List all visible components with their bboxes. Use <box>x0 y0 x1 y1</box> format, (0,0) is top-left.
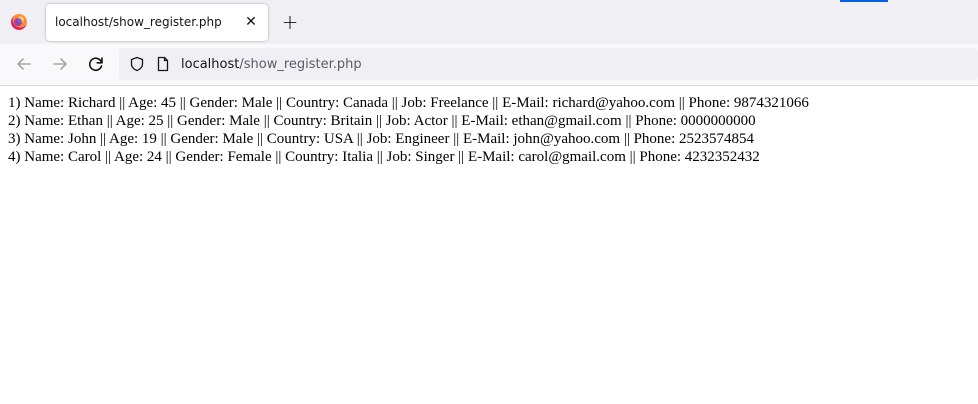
arrow-left-icon[interactable] <box>14 54 34 74</box>
page-icon[interactable] <box>155 56 171 72</box>
url-text[interactable]: localhost/show_register.php <box>181 57 362 72</box>
page-content: 1) Name: Richard || Age: 45 || Gender: M… <box>8 94 968 166</box>
close-icon[interactable]: ✕ <box>242 13 260 31</box>
url-host: localhost <box>181 57 240 72</box>
record-line: 2) Name: Ethan || Age: 25 || Gender: Mal… <box>8 113 756 129</box>
tab-title: localhost/show_register.php <box>55 15 222 29</box>
accent-strip <box>840 0 888 2</box>
url-bar[interactable]: localhost/show_register.php <box>119 48 978 80</box>
shield-icon[interactable] <box>129 56 145 72</box>
navigation-toolbar: localhost/show_register.php <box>0 44 978 86</box>
record-line: 1) Name: Richard || Age: 45 || Gender: M… <box>8 95 809 111</box>
browser-window: localhost/show_register.php ✕ + localhos… <box>0 0 978 404</box>
record-line: 3) Name: John || Age: 19 || Gender: Male… <box>8 131 755 147</box>
reload-icon[interactable] <box>86 54 106 74</box>
firefox-logo-icon[interactable] <box>11 14 27 30</box>
record-line: 4) Name: Carol || Age: 24 || Gender: Fem… <box>8 149 760 165</box>
tab-active[interactable]: localhost/show_register.php ✕ <box>46 4 268 41</box>
arrow-right-icon[interactable] <box>50 54 70 74</box>
url-path: /show_register.php <box>239 57 362 72</box>
tab-strip: localhost/show_register.php ✕ + <box>0 0 978 44</box>
new-tab-icon[interactable]: + <box>280 12 300 32</box>
